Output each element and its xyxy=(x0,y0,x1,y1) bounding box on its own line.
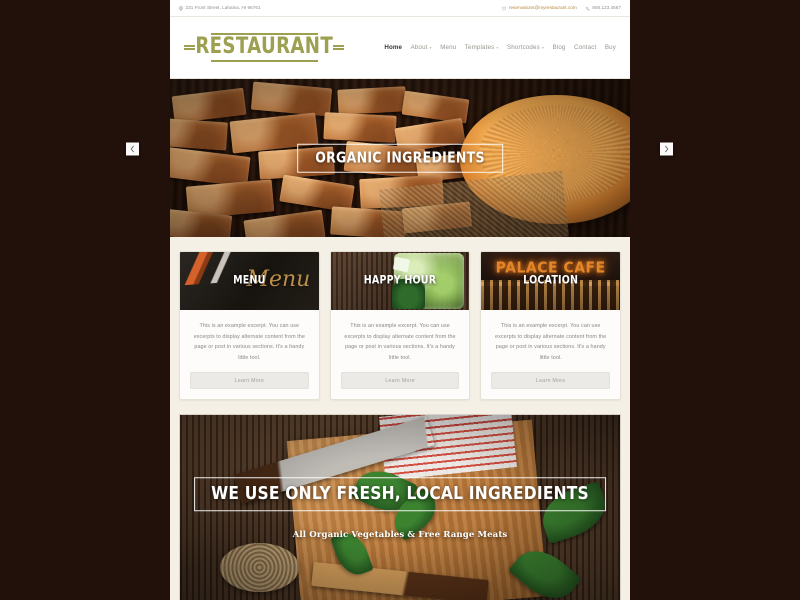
promo-caption-box: WE USE ONLY FRESH, LOCAL INGREDIENTS xyxy=(194,477,606,511)
promo-headline: WE USE ONLY FRESH, LOCAL INGREDIENTS xyxy=(211,482,589,504)
nav-item-label: Home xyxy=(384,44,403,51)
nav-item-about[interactable]: About ▾ xyxy=(411,44,432,51)
nav-item-label: Blog xyxy=(552,44,566,51)
card-media-menu: Menu MENU xyxy=(180,252,319,310)
nav-item-label: Buy xyxy=(604,44,616,51)
topbar-right-group: reservations@myrestaurant.com 808.123.45… xyxy=(502,4,621,11)
card-excerpt: This is an example excerpt. You can use … xyxy=(193,323,305,361)
nav-item-menu[interactable]: Menu xyxy=(440,44,456,51)
card-footer: Learn More xyxy=(180,363,319,399)
feature-card-location[interactable]: PALACE CAFE LOCATION This is an example … xyxy=(480,251,622,401)
website-page: 231 Front Street, Lahaina, HI 96761 rese… xyxy=(170,0,630,600)
card-body: This is an example excerpt. You can use … xyxy=(180,310,319,363)
logo-right-rules xyxy=(333,45,345,50)
learn-more-button[interactable]: Learn More xyxy=(491,372,611,390)
nav-item-blog[interactable]: Blog xyxy=(553,44,566,51)
nav-item-label: Shortcodes xyxy=(507,44,540,51)
card-excerpt: This is an example excerpt. You can use … xyxy=(344,323,456,361)
card-excerpt: This is an example excerpt. You can use … xyxy=(495,323,607,361)
hero-slider: ORGANIC INGREDIENTS xyxy=(170,79,630,237)
logo-left-rules xyxy=(184,45,195,50)
chevron-down-icon: ▾ xyxy=(496,45,499,50)
address-text: 231 Front Street, Lahaina, HI 96761 xyxy=(185,4,261,10)
promo-subheadline: All Organic Vegetables & Free Range Meat… xyxy=(292,529,508,540)
phone-item: 808.123.4567 xyxy=(585,4,621,11)
top-utility-bar: 231 Front Street, Lahaina, HI 96761 rese… xyxy=(170,0,630,17)
nav-item-label: Contact xyxy=(574,44,597,51)
hero-caption-box: ORGANIC INGREDIENTS xyxy=(297,143,503,173)
site-header: RESTAURANT Home About ▾ Menu Templates ▾ Short… xyxy=(170,17,630,79)
chevron-down-icon: ▾ xyxy=(429,45,432,50)
feature-card-happy-hour[interactable]: HAPPY HOUR This is an example excerpt. Y… xyxy=(329,251,471,401)
phone-icon xyxy=(585,6,590,11)
envelope-icon xyxy=(502,6,507,11)
nav-item-label: About xyxy=(410,44,428,51)
site-logo[interactable]: RESTAURANT xyxy=(184,33,345,62)
phone-text: 808.123.4567 xyxy=(592,4,621,10)
nav-item-contact[interactable]: Contact xyxy=(574,44,596,51)
email-item[interactable]: reservations@myrestaurant.com xyxy=(502,5,577,11)
card-title: LOCATION xyxy=(523,274,579,288)
map-pin-icon xyxy=(179,5,183,11)
chevron-right-icon xyxy=(665,145,669,153)
card-body: This is an example excerpt. You can use … xyxy=(331,310,470,363)
nav-item-buy[interactable]: Buy xyxy=(605,44,616,51)
logo-wordmark: RESTAURANT xyxy=(195,33,334,60)
card-media-happy-hour: HAPPY HOUR xyxy=(330,252,470,310)
card-title: MENU xyxy=(233,274,266,288)
card-footer: Learn More xyxy=(481,363,620,399)
card-body: This is an example excerpt. You can use … xyxy=(481,310,620,363)
nav-item-label: Menu xyxy=(440,44,457,51)
card-media-location: PALACE CAFE LOCATION xyxy=(481,252,621,310)
feature-card-menu[interactable]: Menu MENU This is an example excerpt. Yo… xyxy=(179,251,320,401)
feature-card-row: Menu MENU This is an example excerpt. Yo… xyxy=(170,237,630,412)
logo-bottom-bar xyxy=(210,59,318,62)
topbar-left-group: 231 Front Street, Lahaina, HI 96761 xyxy=(179,4,261,11)
email-text[interactable]: reservations@myrestaurant.com xyxy=(509,5,577,11)
chevron-down-icon: ▾ xyxy=(541,45,545,50)
nav-item-templates[interactable]: Templates ▾ xyxy=(465,44,499,51)
hero-caption-text: ORGANIC INGREDIENTS xyxy=(315,148,485,166)
learn-more-button[interactable]: Learn More xyxy=(190,372,309,390)
promo-banner: WE USE ONLY FRESH, LOCAL INGREDIENTS All… xyxy=(179,414,621,600)
card-title: HAPPY HOUR xyxy=(363,274,437,288)
chevron-left-icon xyxy=(130,145,134,153)
logo-core: RESTAURANT xyxy=(195,33,334,62)
main-navigation: Home About ▾ Menu Templates ▾ Shortcodes ▾ Blog C… xyxy=(384,44,616,51)
slider-prev-button[interactable] xyxy=(126,142,139,156)
slider-next-button[interactable] xyxy=(660,142,673,156)
screenshot-root: 231 Front Street, Lahaina, HI 96761 rese… xyxy=(0,0,800,600)
learn-more-button[interactable]: Learn More xyxy=(340,372,460,390)
nav-item-shortcodes[interactable]: Shortcodes ▾ xyxy=(507,44,544,51)
nav-item-label: Templates xyxy=(464,44,495,51)
nav-item-home[interactable]: Home xyxy=(384,44,402,51)
card-footer: Learn More xyxy=(331,363,470,399)
address-item: 231 Front Street, Lahaina, HI 96761 xyxy=(179,4,261,11)
